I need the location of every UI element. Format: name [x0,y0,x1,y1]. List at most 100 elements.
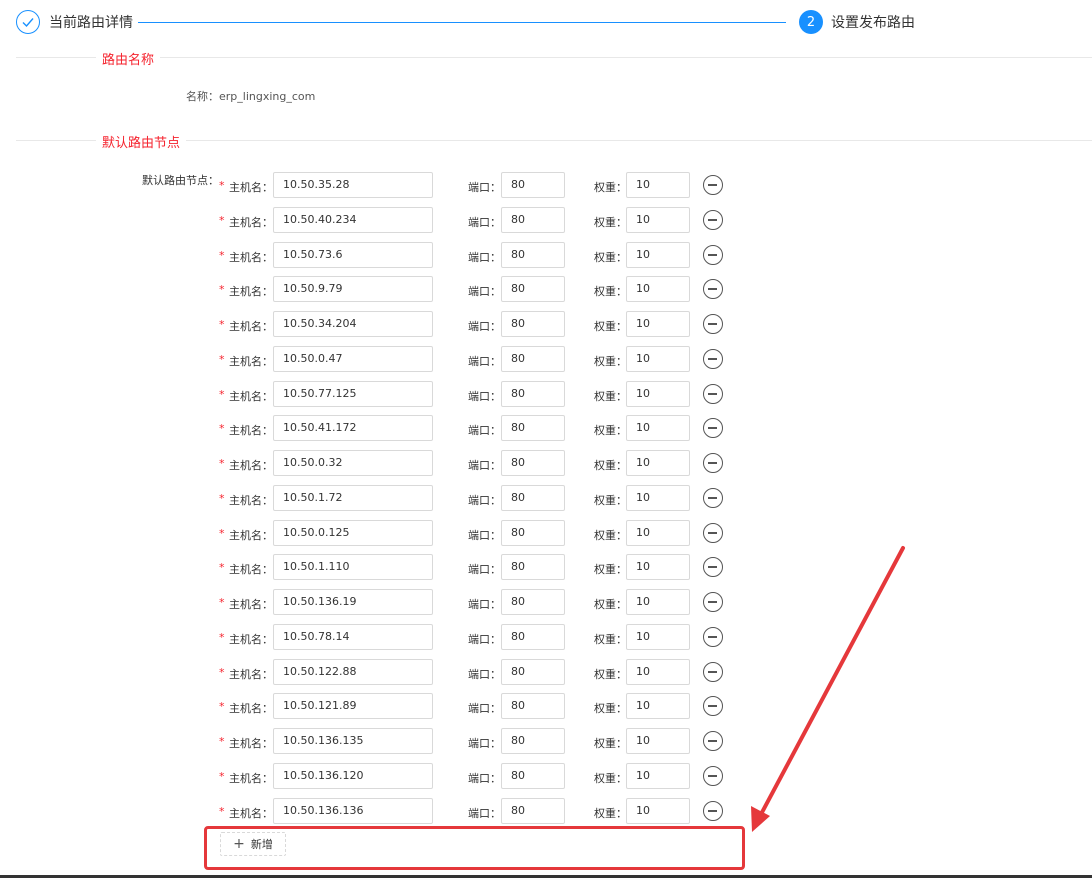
remove-node-minus-icon[interactable] [703,279,723,299]
weight-input[interactable]: 10 [626,624,690,650]
host-input[interactable]: 10.50.34.204 [273,311,433,337]
port-input[interactable]: 80 [501,381,565,407]
weight-input[interactable]: 10 [626,276,690,302]
port-label: 端口： [468,563,501,576]
port-label: 端口： [468,633,501,646]
remove-node-minus-icon[interactable] [703,696,723,716]
port-input[interactable]: 80 [501,450,565,476]
weight-input[interactable]: 10 [626,763,690,789]
remove-node-minus-icon[interactable] [703,801,723,821]
weight-input[interactable]: 10 [626,798,690,824]
port-input[interactable]: 80 [501,346,565,372]
step-connector-line [138,22,786,23]
weight-input[interactable]: 10 [626,589,690,615]
weight-input[interactable]: 10 [626,728,690,754]
weight-label: 权重： [594,633,627,646]
port-input[interactable]: 80 [501,276,565,302]
weight-label: 权重： [594,355,627,368]
port-input[interactable]: 80 [501,242,565,268]
remove-node-minus-icon[interactable] [703,766,723,786]
weight-input[interactable]: 10 [626,311,690,337]
host-input[interactable]: 10.50.136.120 [273,763,433,789]
host-input[interactable]: 10.50.41.172 [273,415,433,441]
host-input[interactable]: 10.50.9.79 [273,276,433,302]
port-input[interactable]: 80 [501,728,565,754]
remove-node-minus-icon[interactable] [703,384,723,404]
port-input[interactable]: 80 [501,520,565,546]
weight-input[interactable]: 10 [626,450,690,476]
host-input[interactable]: 10.50.0.32 [273,450,433,476]
required-mark: * [219,214,225,227]
host-input[interactable]: 10.50.1.72 [273,485,433,511]
host-input[interactable]: 10.50.35.28 [273,172,433,198]
port-input[interactable]: 80 [501,693,565,719]
host-input[interactable]: 10.50.1.110 [273,554,433,580]
port-input[interactable]: 80 [501,589,565,615]
remove-node-minus-icon[interactable] [703,731,723,751]
weight-input[interactable]: 10 [626,207,690,233]
weight-input[interactable]: 10 [626,659,690,685]
node-row: * 主机名： 10.50.1.110 端口： 80 权重： 10 [0,554,1092,580]
port-input[interactable]: 80 [501,659,565,685]
weight-input[interactable]: 10 [626,415,690,441]
host-input[interactable]: 10.50.136.135 [273,728,433,754]
remove-node-minus-icon[interactable] [703,488,723,508]
port-input[interactable]: 80 [501,415,565,441]
host-input[interactable]: 10.50.136.19 [273,589,433,615]
port-label: 端口： [468,251,501,264]
port-label: 端口： [468,424,501,437]
remove-node-minus-icon[interactable] [703,523,723,543]
weight-input[interactable]: 10 [626,485,690,511]
remove-node-minus-icon[interactable] [703,349,723,369]
host-input[interactable]: 10.50.77.125 [273,381,433,407]
host-input[interactable]: 10.50.40.234 [273,207,433,233]
remove-node-minus-icon[interactable] [703,557,723,577]
host-label: 主机名： [229,459,273,472]
port-input[interactable]: 80 [501,763,565,789]
remove-node-minus-icon[interactable] [703,210,723,230]
weight-input[interactable]: 10 [626,172,690,198]
required-mark: * [219,527,225,540]
weight-label: 权重： [594,598,627,611]
remove-node-minus-icon[interactable] [703,627,723,647]
host-input[interactable]: 10.50.73.6 [273,242,433,268]
host-label: 主机名： [229,807,273,820]
weight-label: 权重： [594,216,627,229]
port-input[interactable]: 80 [501,554,565,580]
remove-node-minus-icon[interactable] [703,592,723,612]
weight-input[interactable]: 10 [626,554,690,580]
host-input[interactable]: 10.50.136.136 [273,798,433,824]
required-mark: * [219,388,225,401]
port-input[interactable]: 80 [501,172,565,198]
weight-input[interactable]: 10 [626,381,690,407]
host-input[interactable]: 10.50.121.89 [273,693,433,719]
port-input[interactable]: 80 [501,311,565,337]
host-label: 主机名： [229,529,273,542]
port-input[interactable]: 80 [501,485,565,511]
port-input[interactable]: 80 [501,207,565,233]
remove-node-minus-icon[interactable] [703,245,723,265]
host-label: 主机名： [229,668,273,681]
weight-input[interactable]: 10 [626,693,690,719]
section-title-route-name: 路由名称 [96,49,161,68]
weight-input[interactable]: 10 [626,346,690,372]
port-label: 端口： [468,737,501,750]
required-mark: * [219,422,225,435]
port-input[interactable]: 80 [501,798,565,824]
weight-input[interactable]: 10 [626,242,690,268]
host-input[interactable]: 10.50.122.88 [273,659,433,685]
port-input[interactable]: 80 [501,624,565,650]
remove-node-minus-icon[interactable] [703,453,723,473]
weight-label: 权重： [594,737,627,750]
remove-node-minus-icon[interactable] [703,175,723,195]
port-label: 端口： [468,320,501,333]
remove-node-minus-icon[interactable] [703,314,723,334]
remove-node-minus-icon[interactable] [703,418,723,438]
host-input[interactable]: 10.50.0.47 [273,346,433,372]
node-row: * 主机名： 10.50.1.72 端口： 80 权重： 10 [0,485,1092,511]
weight-input[interactable]: 10 [626,520,690,546]
weight-label: 权重： [594,181,627,194]
remove-node-minus-icon[interactable] [703,662,723,682]
host-input[interactable]: 10.50.0.125 [273,520,433,546]
host-input[interactable]: 10.50.78.14 [273,624,433,650]
